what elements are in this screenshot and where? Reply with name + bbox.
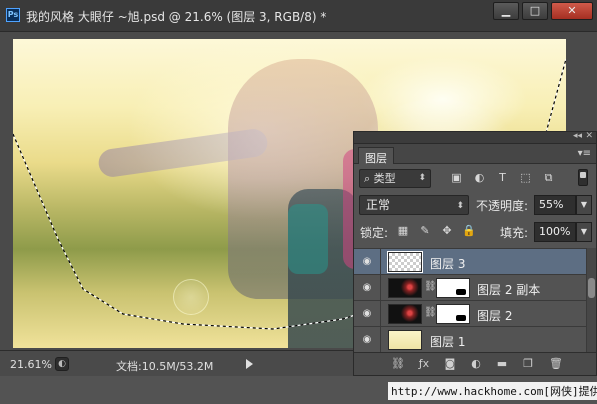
- updown-arrow-icon: ⬍: [456, 201, 464, 211]
- layer-mask-thumbnail[interactable]: [436, 278, 470, 298]
- photoshop-icon: Ps: [6, 8, 20, 22]
- layer-name[interactable]: 图层 2 副本: [477, 281, 540, 298]
- smart-object-filter-icon[interactable]: ⧉: [541, 170, 556, 185]
- panel-tab-row: 图层 ▾≡: [354, 144, 596, 165]
- panel-header-strip: ◂◂ ✕: [354, 131, 596, 144]
- type-filter-icon[interactable]: T: [495, 170, 510, 185]
- layers-scrollbar[interactable]: [586, 248, 596, 352]
- blend-mode-value: 正常: [366, 198, 391, 212]
- collapse-icon[interactable]: ◂◂: [573, 131, 582, 141]
- opacity-dropdown-icon[interactable]: ▼: [576, 195, 592, 215]
- chain-link-icon[interactable]: ⛓: [424, 281, 437, 295]
- eye-icon[interactable]: ◉: [358, 331, 376, 349]
- eye-icon[interactable]: ◉: [358, 305, 376, 323]
- divider: [380, 275, 381, 301]
- layer-filter-select[interactable]: ⌕ 类型 ⬍: [359, 169, 431, 188]
- divider: [380, 301, 381, 327]
- document-title: 我的风格 大眼仔 ~旭.psd @ 21.6% (图层 3, RGB/8) *: [26, 10, 327, 24]
- layer-row[interactable]: ◉ ⛓ 图层 2: [354, 300, 596, 327]
- status-info-icon[interactable]: ◐: [55, 357, 69, 371]
- link-icon[interactable]: ⛓: [390, 357, 406, 371]
- layer-thumbnail: [388, 278, 422, 298]
- layer-mask-thumbnail[interactable]: [436, 304, 470, 324]
- adjustment-icon[interactable]: ◐: [468, 357, 484, 371]
- fill-label: 填充:: [500, 226, 529, 240]
- layer-row[interactable]: ◉ 图层 3: [354, 248, 596, 275]
- image-filter-icon[interactable]: ▣: [449, 170, 464, 185]
- layers-list: ◉ 图层 3 ◉ ⛓ 图层 2 副本 ◉ ⛓ 图层 2 ◉ 图层 1: [354, 248, 596, 353]
- filter-label: 类型: [373, 172, 396, 185]
- status-bar: 21.61% ◐ 文档:10.5M/53.2M: [0, 350, 360, 376]
- scrollbar-thumb[interactable]: [588, 278, 595, 298]
- layer-thumbnail: [388, 304, 422, 324]
- blend-row: 正常 ⬍ 不透明度: 55% ▼: [354, 191, 596, 218]
- layer-thumbnail: [387, 251, 423, 273]
- layer-name[interactable]: 图层 3: [430, 255, 465, 272]
- tab-layers[interactable]: 图层: [358, 147, 394, 165]
- opacity-field[interactable]: 55%: [534, 195, 576, 215]
- fx-icon[interactable]: ƒx: [416, 357, 432, 371]
- mask-icon[interactable]: ◙: [442, 357, 458, 371]
- opacity-label: 不透明度:: [476, 199, 529, 213]
- layer-name[interactable]: 图层 2: [477, 307, 512, 324]
- divider: [380, 327, 381, 353]
- layer-name[interactable]: 图层 1: [430, 333, 465, 350]
- adjustment-filter-icon[interactable]: ◐: [472, 170, 487, 185]
- panel-close-icon[interactable]: ✕: [585, 131, 593, 141]
- layer-thumbnail: [388, 330, 422, 350]
- document-size-info: 文档:10.5M/53.2M: [116, 360, 214, 373]
- filter-row: ⌕ 类型 ⬍ ▣ ◐ T ⬚ ⧉: [354, 164, 596, 191]
- window-controls: ▁ □ ✕: [493, 2, 593, 20]
- close-button[interactable]: ✕: [551, 2, 593, 20]
- blend-mode-select[interactable]: 正常 ⬍: [359, 195, 469, 215]
- chain-link-icon[interactable]: ⛓: [424, 307, 437, 321]
- fill-field[interactable]: 100%: [534, 222, 576, 242]
- folder-icon[interactable]: ▬: [494, 357, 510, 371]
- lock-all-icon[interactable]: 🔒: [462, 224, 476, 238]
- layer-row[interactable]: ◉ 图层 1: [354, 326, 596, 353]
- lock-brush-icon[interactable]: ✎: [418, 224, 432, 238]
- maximize-button[interactable]: □: [522, 2, 548, 20]
- layers-panel: ◂◂ ✕ 图层 ▾≡ ⌕ 类型 ⬍ ▣ ◐ T ⬚ ⧉ 正常 ⬍ 不透明度: 5…: [353, 131, 597, 376]
- new-layer-icon[interactable]: ❐: [520, 357, 536, 371]
- panel-menu-icon[interactable]: ▾≡: [578, 148, 591, 159]
- panel-footer: ⛓ ƒx ◙ ◐ ▬ ❐ 🗑: [354, 352, 596, 375]
- eye-icon[interactable]: ◉: [358, 279, 376, 297]
- lock-label: 锁定:: [360, 226, 389, 240]
- trash-icon[interactable]: 🗑: [548, 357, 564, 371]
- filter-toggle[interactable]: [578, 169, 588, 186]
- watermark-text: http://www.hackhome.com[网侠]提供: [388, 382, 597, 400]
- status-menu-arrow-icon[interactable]: [246, 359, 253, 369]
- lock-move-icon[interactable]: ✥: [440, 224, 454, 238]
- document-titlebar: Ps 我的风格 大眼仔 ~旭.psd @ 21.6% (图层 3, RGB/8)…: [0, 0, 597, 32]
- shape-filter-icon[interactable]: ⬚: [518, 170, 533, 185]
- eye-icon[interactable]: ◉: [358, 253, 376, 271]
- fill-dropdown-icon[interactable]: ▼: [576, 222, 592, 242]
- divider: [380, 249, 381, 275]
- lock-transparent-icon[interactable]: ▦: [396, 224, 410, 238]
- search-icon: ⌕: [364, 172, 374, 185]
- updown-arrow-icon: ⬍: [418, 173, 426, 183]
- layer-row[interactable]: ◉ ⛓ 图层 2 副本: [354, 274, 596, 301]
- minimize-button[interactable]: ▁: [493, 2, 519, 20]
- zoom-level[interactable]: 21.61%: [10, 358, 52, 371]
- lock-row: 锁定: ▦ ✎ ✥ 🔒 填充: 100% ▼: [354, 218, 596, 245]
